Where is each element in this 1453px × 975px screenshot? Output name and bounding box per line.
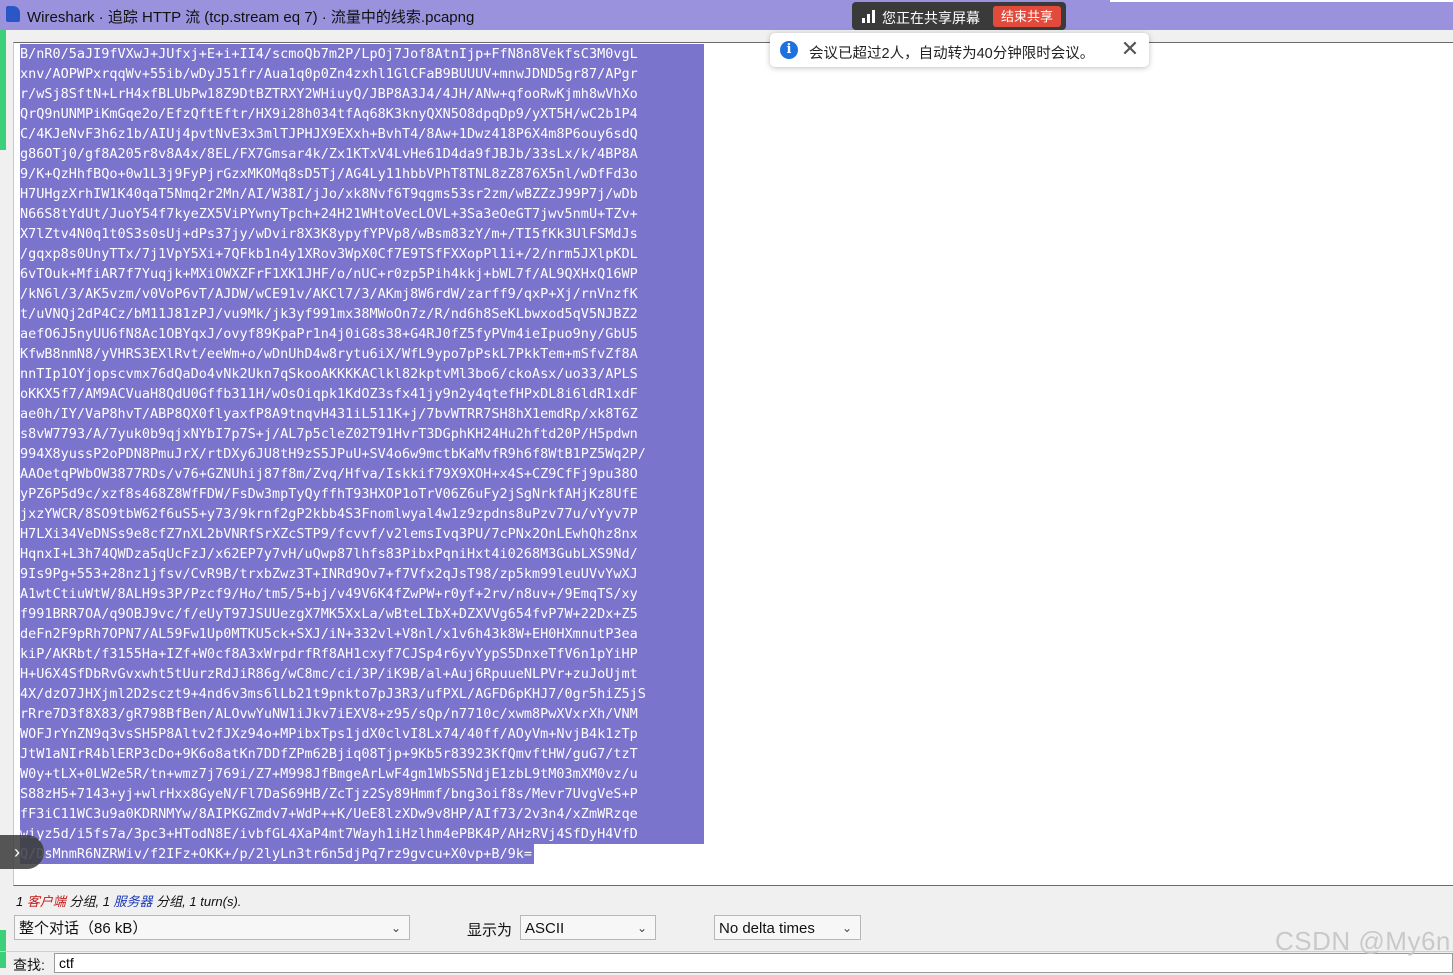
stream-line[interactable]: AAOetqPWbOW3877RDs/v76+GZNUhij87f8m/Zvq/… (20, 464, 704, 484)
stream-line[interactable]: f991BRR7OA/q9OBJ9vc/f/eUyT97JSUUezgX7MK5… (20, 604, 704, 624)
divider (0, 951, 1453, 952)
stream-line[interactable]: nnTIp1OYjopscvmx76dQaDo4vNk2Ukn7qSkooAKK… (20, 364, 704, 384)
stream-line[interactable]: QrQ9nUNMPiKmGqe2o/EfzQftEftr/HX9i28h034t… (20, 104, 704, 124)
stream-line[interactable]: fF3iC11WC3u9a0KDRNMYw/8AIPKGZmdv7+WdP++K… (20, 804, 704, 824)
summary-count: 1 (16, 894, 27, 909)
stream-line[interactable]: aefO6J5nyUU6fN8Ac1OBYqxJ/ovyf89KpaPr1n4j… (20, 324, 704, 344)
share-status-text: 您正在共享屏幕 (882, 10, 980, 26)
stream-line[interactable]: S88zH5+7143+yj+wlrHxx8GyeN/Fl7DaS69HB/Zc… (20, 784, 704, 804)
side-accent (0, 30, 6, 150)
show-as-select[interactable]: ASCII ⌄ (520, 915, 656, 940)
stream-content[interactable]: B/nR0/5aJI9fVXwJ+JUfxj+E+i+II4/scmoQb7m2… (20, 44, 704, 864)
stream-line[interactable]: C/4KJeNvF3h6z1b/AIUj4pvtNvE3x3mlTJPHJX9E… (20, 124, 704, 144)
summary-mid: 分组, 1 (65, 894, 114, 909)
stream-line[interactable]: A1wtCtiuWtW/8ALH9s3P/Pzcf9/Ho/tm5/5+bj/v… (20, 584, 704, 604)
close-icon[interactable]: ✕ (1119, 37, 1141, 61)
watermark: CSDN @My6n (1275, 926, 1451, 956)
stream-line[interactable]: rRre7D3f8X83/gR798BfBen/ALOvwYuNW1iJkv7i… (20, 704, 704, 724)
stream-line[interactable]: xnv/AOPWPxrqqWv+55ib/wDyJ51fr/Aua1q0p0Zn… (20, 64, 704, 84)
info-icon: i (780, 41, 798, 59)
stream-line[interactable]: Q/DsMnmR6NZRWiv/f2IFz+OKK+/p/2lyLn3tr6n5… (20, 844, 535, 864)
show-as-value: ASCII (525, 920, 565, 937)
wireshark-fin-icon (6, 6, 20, 22)
client-label: 客户端 (26, 894, 66, 909)
stream-line[interactable]: H7UHgzXrhIW1K40qaT5Nmq2r2Mn/AI/W38I/jJo/… (20, 184, 704, 204)
stream-line[interactable]: deFn2F9pRh7OPN7/AL59Fw1Up0MTKU5ck+SXJ/iN… (20, 624, 704, 644)
stream-line[interactable]: r/wSj8SftN+LrH4xfBLUbPw18Z9DtBZTRXY2WHiu… (20, 84, 704, 104)
stream-line[interactable]: X7lZtv4N0q1t0S3s0sUj+dPs37jy/wDvir8X3K8y… (20, 224, 704, 244)
stream-line[interactable]: 9/K+QzHhfBQo+0w1L3j9FyPjrGzxMKOMq8sD5Tj/… (20, 164, 704, 184)
stream-line[interactable]: t/uVNQj2dP4Cz/bM11J81zPJ/vu9Mk/jk3yf991m… (20, 304, 704, 324)
server-label: 服务器 (113, 894, 153, 909)
expand-chevron-icon[interactable]: › (0, 835, 44, 869)
conversation-select[interactable]: 整个对话（86 kB） ⌄ (14, 915, 410, 940)
title-bar: Wireshark · 追踪 HTTP 流 (tcp.stream eq 7) … (0, 0, 1453, 30)
end-share-button[interactable]: 结束共享 (993, 6, 1061, 27)
stream-line[interactable]: /gqxp8s0UnyTTx/7j1VpY5Xi+7QFkb1n4y1XRov3… (20, 244, 704, 264)
stream-line[interactable]: HqnxI+L3h74QWDza5qUcFzJ/x62EP7y7vH/uQwp8… (20, 544, 704, 564)
title-bar-edge (1110, 0, 1453, 2)
delta-select[interactable]: No delta times ⌄ (714, 915, 861, 940)
notification-text: 会议已超过2人，自动转为40分钟限时会议。 (809, 46, 1095, 62)
stream-line[interactable]: JtW1aNIrR4blERP3cDo+9K6o8atKn7DDfZPm62Bj… (20, 744, 704, 764)
stream-line[interactable]: W0y+tLX+0LW2e5R/tn+wmz7j769i/Z7+M998JfBm… (20, 764, 704, 784)
stream-line[interactable]: s8vW7793/A/7yuk0b9qjxNYbI7p7S+j/AL7p5cle… (20, 424, 704, 444)
stream-line[interactable]: H+U6X4SfDbRvGvxwht5tUurzRdJiR86g/wC8mc/c… (20, 664, 704, 684)
stream-line[interactable]: 6vTOuk+MfiAR7f7Yuqjk+MXiOWXZFrF1XK1JHF/o… (20, 264, 704, 284)
conversation-summary: 1 客户端 分组, 1 服务器 分组, 1 turn(s). (16, 891, 241, 910)
stream-line[interactable]: kiP/AKRbt/f3155Ha+IZf+W0cf8A3xWrpdrfRf8A… (20, 644, 704, 664)
find-label: 查找: (13, 957, 45, 973)
chevron-down-icon: ⌄ (841, 921, 852, 935)
summary-suffix: 分组, 1 turn(s). (152, 894, 242, 909)
show-as-label: 显示为 (467, 922, 513, 939)
find-input[interactable]: ctf (54, 953, 1453, 973)
stream-line[interactable]: yPZ6P5d9c/xzf8s468Z8WfFDW/FsDw3mpTyQyffh… (20, 484, 704, 504)
stream-line[interactable]: B/nR0/5aJI9fVXwJ+JUfxj+E+i+II4/scmoQb7m2… (20, 44, 704, 64)
stream-line[interactable]: N66S8tYdUt/JuoY54f7kyeZX5ViPYwnyTpch+24H… (20, 204, 704, 224)
stream-line[interactable]: 994X8yussP2oPDN8PmuJrX/rtDXy6JU8tH9zS5JP… (20, 444, 704, 464)
stream-line[interactable]: H7LXi34VeDNSs9e8cfZ7nXL2bVNRfSrXZcSTP9/f… (20, 524, 704, 544)
stream-line[interactable]: /kN6l/3/AK5vzm/v0VoP6vT/AJDW/wCE91v/AKCl… (20, 284, 704, 304)
signal-bars-icon (862, 10, 876, 23)
stream-line[interactable]: oKKX5f7/AM9ACVuaH8QdU0Gffb311H/wOsOiqpk1… (20, 384, 704, 404)
stream-line[interactable]: KfwB8nmN8/yVHRS3EXlRvt/eeWm+o/wDnUhD4w8r… (20, 344, 704, 364)
side-accent (0, 930, 6, 968)
stream-line[interactable]: ae0h/IY/VaP8hvT/ABP8QX0flyaxfP8A9tnqvH43… (20, 404, 704, 424)
chevron-down-icon: ⌄ (636, 921, 647, 935)
stream-line[interactable]: 9Is9Pg+553+28nz1jfsv/CvR9B/trxbZwz3T+INR… (20, 564, 704, 584)
stream-line[interactable]: jxzYWCR/8SO9tbW62f6uS5+y73/9krnf2gP2kbb4… (20, 504, 704, 524)
conversation-value: 整个对话（86 kB） (19, 920, 148, 937)
chevron-down-icon: ⌄ (390, 921, 401, 935)
screen-share-bar: 您正在共享屏幕 结束共享 (852, 2, 1066, 30)
stream-line[interactable]: wiyz5d/i5fs7a/3pc3+HTodN8E/ivbfGL4XaP4mt… (20, 824, 704, 844)
stream-line[interactable]: g86OTj0/gf8A205r8v8A4x/8EL/FX7Gmsar4k/Zx… (20, 144, 704, 164)
window-title: Wireshark · 追踪 HTTP 流 (tcp.stream eq 7) … (27, 9, 475, 26)
stream-line[interactable]: 4X/dzO7JHXjml2D2sczt9+4nd6v3ms6lLb21t9pn… (20, 684, 704, 704)
meeting-notification: i 会议已超过2人，自动转为40分钟限时会议。 ✕ (770, 33, 1149, 67)
stream-line[interactable]: WOFJrYnZN9q3vsSH5P8Altv2fJXz94o+MPibxTps… (20, 724, 704, 744)
delta-value: No delta times (719, 920, 815, 937)
